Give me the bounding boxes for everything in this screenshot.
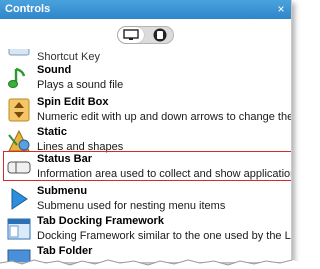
item-name: Spin Edit Box bbox=[37, 96, 109, 108]
spin-arrows-icon bbox=[7, 97, 31, 123]
submenu-arrow-icon bbox=[7, 186, 31, 212]
title-bar: Controls × bbox=[0, 0, 291, 19]
status-bar-highlight bbox=[3, 151, 291, 181]
list-item-submenu[interactable]: Submenu Submenu used for nesting menu it… bbox=[0, 182, 291, 216]
item-name: Tab Docking Framework bbox=[37, 215, 164, 227]
view-toggle bbox=[117, 26, 174, 44]
torn-edge bbox=[0, 259, 300, 269]
toolbar bbox=[0, 19, 291, 49]
mobile-device-icon bbox=[153, 28, 167, 42]
item-description: Docking Framework similar to the one use… bbox=[37, 230, 291, 242]
list-item-sound[interactable]: Sound Plays a sound file bbox=[0, 61, 291, 95]
item-description: Plays a sound file bbox=[37, 79, 124, 91]
mobile-view-button[interactable] bbox=[147, 27, 173, 43]
desktop-view-button[interactable] bbox=[118, 27, 144, 43]
list-item-spin-edit-box[interactable]: Spin Edit Box Numeric edit with up and d… bbox=[0, 93, 291, 127]
item-name: Static bbox=[37, 126, 67, 138]
item-description: Numeric edit with up and down arrows to … bbox=[37, 111, 291, 123]
docking-window-icon bbox=[7, 216, 31, 242]
monitor-icon bbox=[123, 29, 139, 40]
item-name: Submenu bbox=[37, 185, 88, 197]
panel-title: Controls bbox=[5, 3, 51, 15]
music-note-icon bbox=[7, 65, 31, 91]
item-name: Sound bbox=[37, 64, 72, 76]
controls-panel: Controls × Shortcut Key Sound Plays a so… bbox=[0, 0, 292, 262]
close-button[interactable]: × bbox=[275, 1, 287, 17]
list-item-tab-docking-framework[interactable]: Tab Docking Framework Docking Framework … bbox=[0, 212, 291, 246]
item-description: Submenu used for nesting menu items bbox=[37, 200, 226, 212]
shortcut-key-icon bbox=[7, 49, 31, 59]
